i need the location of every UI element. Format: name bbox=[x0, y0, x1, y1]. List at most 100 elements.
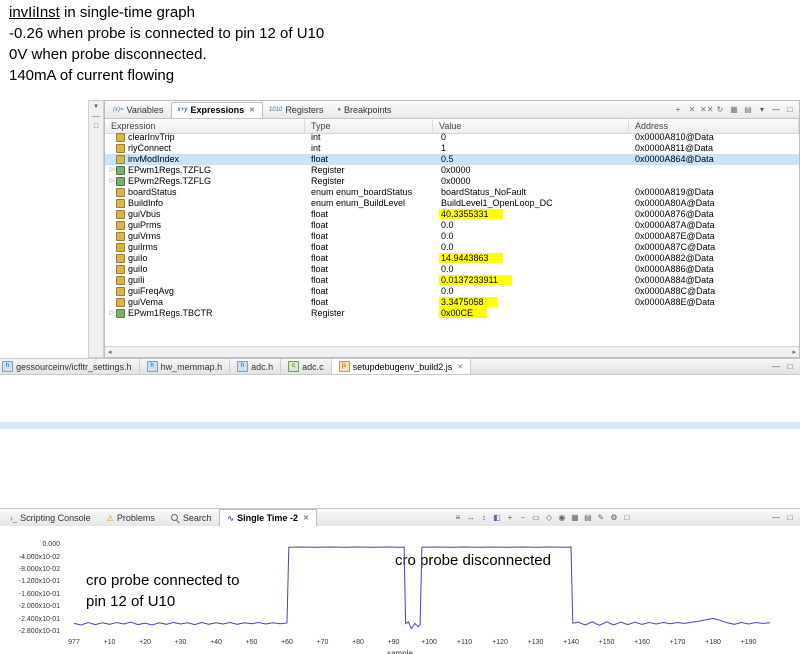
expression-cell: clearInvTrip bbox=[105, 132, 305, 143]
refresh-icon[interactable]: ↻ bbox=[714, 104, 726, 116]
pan-icon[interactable]: ◇ bbox=[543, 512, 555, 524]
table-row[interactable]: ▷ EPwm1Regs.TZFLG Register 0x0000 bbox=[105, 165, 799, 176]
tab-scripting-console[interactable]: ›_ Scripting Console bbox=[2, 509, 99, 526]
expression-cell: BuildInfo bbox=[105, 198, 305, 209]
close-tab-icon[interactable]: ✕ bbox=[457, 363, 463, 371]
strip-minimize-icon[interactable]: — bbox=[90, 112, 102, 122]
view-menu-icon[interactable]: ▾ bbox=[756, 104, 768, 116]
file-icon: h bbox=[237, 361, 249, 372]
tab-expressions-label: Expressions bbox=[190, 105, 245, 115]
scroll-right-icon[interactable]: ▸ bbox=[792, 348, 796, 356]
tab-registers[interactable]: 1010 Registers bbox=[263, 102, 331, 118]
table-row[interactable]: ▷ EPwm2Regs.TZFLG Register 0x0000 bbox=[105, 176, 799, 187]
minimize-bottom-panel-icon[interactable]: — bbox=[770, 512, 782, 524]
tab-variables[interactable]: (x)= Variables bbox=[107, 102, 171, 118]
camera-icon[interactable]: ◉ bbox=[556, 512, 568, 524]
expressions-table-body: clearInvTrip int 0 0x0000A810@Data rlyConnec… bbox=[105, 132, 799, 346]
remove-all-expressions-icon[interactable]: ✕✕ bbox=[700, 104, 713, 116]
address-cell bbox=[629, 308, 799, 319]
address-cell: 0x0000A88C@Data bbox=[635, 286, 716, 296]
tab-breakpoints[interactable]: ● Breakpoints bbox=[331, 102, 399, 118]
value-cell: 0.0 bbox=[433, 264, 629, 275]
x-tick-label: +70 bbox=[316, 639, 329, 646]
tab-expressions[interactable]: x+y Expressions ✕ bbox=[171, 101, 263, 118]
scroll-left-icon[interactable]: ◂ bbox=[108, 348, 112, 356]
close-expressions-tab-icon[interactable]: ✕ bbox=[249, 106, 255, 114]
cursor-horizontal-icon[interactable]: ↔ bbox=[465, 512, 477, 524]
table-row[interactable]: ▷ EPwm1Regs.TBCTR Register 0x00CE bbox=[105, 308, 799, 319]
expand-arrow-icon[interactable]: ▷ bbox=[108, 308, 116, 319]
column-header-expression[interactable]: Expression bbox=[105, 119, 305, 133]
editor-tab-gessourceinv-icfltr-settings-h[interactable]: h gessourceinv/icfltr_settings.h bbox=[0, 359, 140, 374]
expand-arrow-icon[interactable]: ▷ bbox=[108, 165, 116, 176]
minimize-editor-icon[interactable]: — bbox=[770, 361, 782, 373]
y-tick-label: -2.000x10-01 bbox=[18, 603, 60, 611]
expression-icon bbox=[116, 243, 125, 252]
editor-tab-setupdebugenv-build2-js[interactable]: js setupdebugenv_build2.js ✕ bbox=[331, 359, 472, 374]
export-icon[interactable]: ▤ bbox=[582, 512, 594, 524]
cursor-vertical-icon[interactable]: ↕ bbox=[478, 512, 490, 524]
tab-search[interactable]: Search bbox=[163, 509, 220, 526]
table-row[interactable]: boardStatus enum enum_boardStatus boardSta… bbox=[105, 187, 799, 198]
close-graph-tab-icon[interactable]: ✕ bbox=[303, 514, 309, 522]
zoom-out-icon[interactable]: − bbox=[517, 512, 529, 524]
add-expression-icon[interactable]: + bbox=[672, 104, 684, 116]
settings-icon[interactable]: ⚙ bbox=[608, 512, 620, 524]
show-types-icon[interactable]: ▦ bbox=[728, 104, 740, 116]
table-row[interactable]: guiVema float 3.3475058 0x0000A88E@Data bbox=[105, 297, 799, 308]
minimize-view-icon[interactable]: — bbox=[770, 104, 782, 116]
table-row[interactable]: guiVrms float 0.0 0x0000A87E@Data bbox=[105, 231, 799, 242]
table-row[interactable]: BuildInfo enum enum_BuildLevel BuildLevel1… bbox=[105, 198, 799, 209]
editor-tab-adc-h[interactable]: h adc.h bbox=[230, 359, 282, 374]
zoom-in-icon[interactable]: + bbox=[504, 512, 516, 524]
expression-icon bbox=[116, 221, 125, 230]
type-cell: float bbox=[311, 253, 329, 263]
maximize-editor-icon[interactable]: □ bbox=[784, 361, 796, 373]
horizontal-scrollbar[interactable]: ◂ ▸ bbox=[105, 346, 799, 357]
value-cell: 40.3355331 bbox=[433, 209, 629, 220]
expressions-icon: x+y bbox=[177, 107, 188, 113]
expand-arrow-icon[interactable]: ▷ bbox=[108, 176, 116, 187]
maximize-panel-icon[interactable]: □ bbox=[621, 512, 633, 524]
expression-name: clearInvTrip bbox=[128, 132, 175, 142]
table-row[interactable]: clearInvTrip int 0 0x0000A810@Data bbox=[105, 132, 799, 143]
table-row[interactable]: guiVbus float 40.3355331 0x0000A876@Data bbox=[105, 209, 799, 220]
editor-area[interactable] bbox=[0, 375, 800, 508]
table-row[interactable]: rlyConnect int 1 0x0000A811@Data bbox=[105, 143, 799, 154]
tab-breakpoints-label: Breakpoints bbox=[343, 105, 392, 115]
changed-value: 14.9443863 bbox=[439, 253, 503, 263]
expression-icon bbox=[116, 188, 125, 197]
legend-icon[interactable]: ≡ bbox=[452, 512, 464, 524]
editor-tab-hw-memmap-h[interactable]: h hw_memmap.h bbox=[140, 359, 231, 374]
collapse-all-icon[interactable]: ▤ bbox=[742, 104, 754, 116]
grid-icon[interactable]: ▦ bbox=[569, 512, 581, 524]
table-row[interactable]: guiFreqAvg float 0.0 0x0000A88C@Data bbox=[105, 286, 799, 297]
table-row[interactable]: guiIo float 14.9443863 0x0000A882@Data bbox=[105, 253, 799, 264]
tab-problems[interactable]: ⚠ Problems bbox=[99, 509, 163, 526]
maximize-view-icon[interactable]: □ bbox=[784, 104, 796, 116]
table-row[interactable]: guiIo float 0.0 0x0000A886@Data bbox=[105, 264, 799, 275]
strip-view-menu-icon[interactable]: ▾ bbox=[90, 102, 102, 112]
expression-name: guiVema bbox=[128, 297, 164, 307]
zoom-fit-icon[interactable]: ▭ bbox=[530, 512, 542, 524]
expression-icon bbox=[116, 144, 125, 153]
column-header-type[interactable]: Type bbox=[305, 119, 433, 133]
expression-name: EPwm2Regs.TZFLG bbox=[128, 176, 212, 186]
strip-maximize-icon[interactable]: □ bbox=[90, 122, 102, 132]
properties-icon[interactable]: ✎ bbox=[595, 512, 607, 524]
table-row[interactable]: invModIndex float 0.5 0x0000A864@Data bbox=[105, 154, 799, 165]
expression-icon bbox=[116, 210, 125, 219]
measurement-icon[interactable]: ◧ bbox=[491, 512, 503, 524]
column-header-value[interactable]: Value bbox=[433, 119, 629, 133]
table-row[interactable]: guiIrms float 0.0 0x0000A87C@Data bbox=[105, 242, 799, 253]
remove-expression-icon[interactable]: ✕ bbox=[686, 104, 698, 116]
maximize-bottom-panel-icon[interactable]: □ bbox=[784, 512, 796, 524]
expression-name: invModIndex bbox=[128, 154, 180, 164]
table-row[interactable]: guiPrms float 0.0 0x0000A87A@Data bbox=[105, 220, 799, 231]
editor-tab-adc-c[interactable]: c adc.c bbox=[281, 359, 332, 374]
single-time-graph[interactable]: cro probe disconnected cro probe connect… bbox=[0, 526, 800, 654]
tab-single-time-2[interactable]: ∿ Single Time -2 ✕ bbox=[219, 509, 317, 526]
column-header-address[interactable]: Address bbox=[629, 119, 799, 133]
table-row[interactable]: guiIi float 0.0137233911 0x0000A884@Data bbox=[105, 275, 799, 286]
address-cell: 0x0000A811@Data bbox=[635, 143, 714, 153]
